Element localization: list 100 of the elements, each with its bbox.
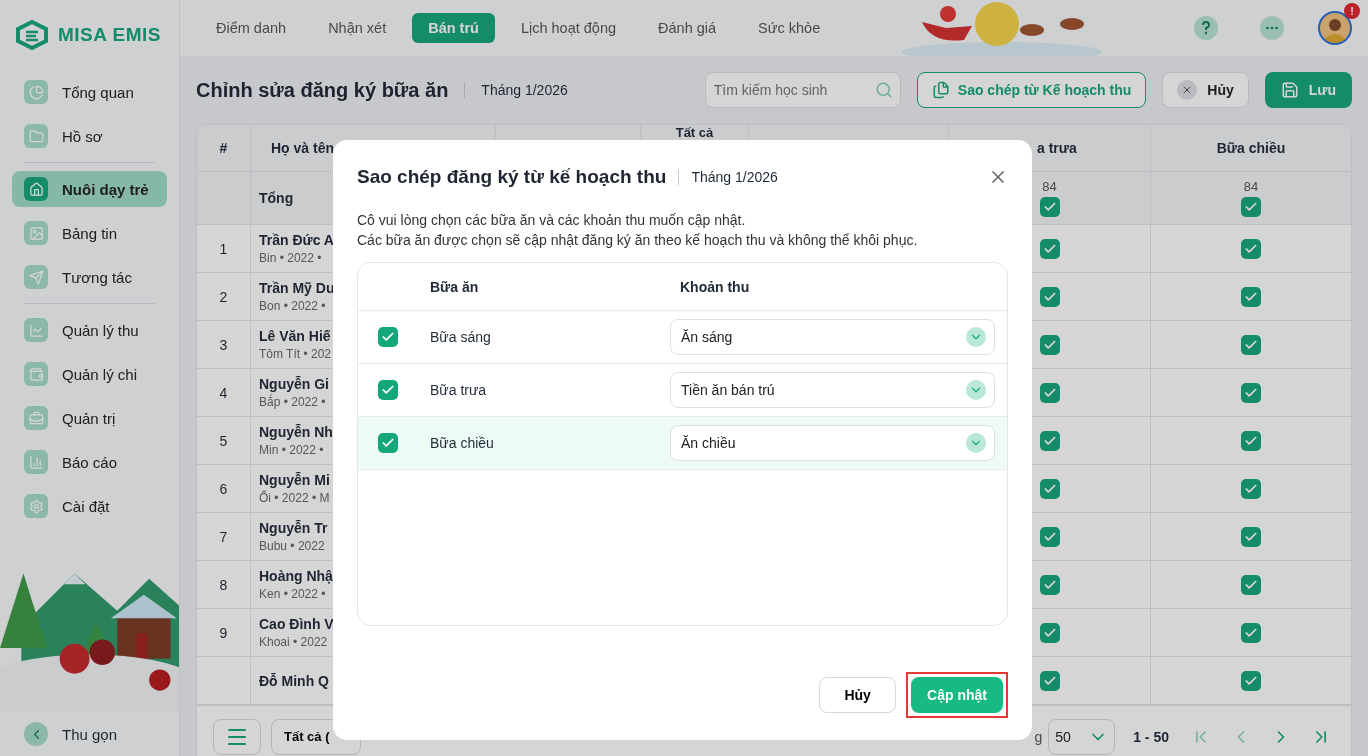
cancel-button[interactable]: Hủy <box>1162 72 1249 108</box>
row-number: 2 <box>219 288 228 305</box>
check-icon <box>381 383 395 397</box>
search-icon <box>874 81 893 99</box>
cancel-button[interactable]: Hủy <box>819 677 897 713</box>
checkbox[interactable] <box>1039 430 1060 451</box>
student-name: Đỗ Minh Q <box>259 672 329 689</box>
sidebar-item[interactable]: Tổng quan <box>12 74 167 110</box>
student-name: Hoàng Nhậ <box>259 568 333 584</box>
checkbox[interactable] <box>1039 334 1060 355</box>
checkbox[interactable] <box>1241 574 1261 595</box>
save-icon <box>1280 81 1299 99</box>
page-range: 1 - 50 <box>1133 728 1169 745</box>
sidebar-item-label: Quản lý chi <box>62 365 138 383</box>
column-header: Họ và tên <box>270 140 334 156</box>
sidebar-item[interactable]: Quản lý thu <box>12 312 167 348</box>
checkbox[interactable] <box>1241 526 1261 547</box>
fee-dropdown[interactable]: Ăn sáng <box>670 319 995 355</box>
student-name: Cao Đình V <box>259 616 334 632</box>
row-number: 9 <box>219 624 228 641</box>
totals-label: Tổng <box>259 190 294 206</box>
sidebar-item-label: Nuôi dạy trẻ <box>62 180 149 198</box>
sidebar-item[interactable]: Bảng tin <box>12 215 167 251</box>
check-icon <box>381 436 395 450</box>
nav-tab[interactable]: Sức khỏe <box>742 13 837 43</box>
search-field[interactable]: Tìm kiếm học sinh <box>704 72 901 108</box>
sidebar-item[interactable]: Hồ sơ <box>12 118 167 154</box>
column-header: a trưa <box>1037 140 1077 156</box>
checkbox[interactable] <box>1039 574 1060 595</box>
sidebar-item-label: Quản lý thu <box>62 321 139 339</box>
fee-dropdown[interactable]: Tiền ăn bán trú <box>670 372 995 408</box>
total-count: 84 <box>1243 179 1259 194</box>
checkbox[interactable] <box>1241 622 1261 643</box>
checkbox[interactable] <box>1039 197 1060 217</box>
fee-dropdown[interactable]: Ăn chiều <box>670 425 995 461</box>
checkbox[interactable] <box>1241 334 1261 355</box>
bar-chart-icon <box>24 450 48 474</box>
row-number: 3 <box>219 336 228 353</box>
chevron-down-icon <box>966 327 986 347</box>
meal-row[interactable]: Bữa chiều Ăn chiều <box>358 417 1007 470</box>
column-header: # <box>219 140 228 156</box>
paper-plane-icon <box>24 265 48 289</box>
house-icon <box>24 177 48 201</box>
sidebar-item[interactable]: Cài đặt <box>12 488 167 524</box>
dialog-description: Cô vui lòng chọn các bữa ăn và các khoản thu muốn cập nhật. Các bữa ăn được chọn sẽ cập nhật đăng ký ăn theo kế hoạch thu và không thể khôi phục. <box>357 211 919 250</box>
checkbox[interactable] <box>1241 197 1261 217</box>
checkbox[interactable] <box>1039 622 1060 643</box>
sidebar-item[interactable]: Nuôi dạy trẻ <box>12 171 167 207</box>
checkbox[interactable] <box>1039 526 1060 547</box>
checkbox[interactable] <box>1241 238 1261 259</box>
avatar[interactable] <box>1318 11 1352 45</box>
line-chart-icon <box>24 318 48 342</box>
check-icon <box>381 330 395 344</box>
sidebar-item[interactable]: Quản lý chi <box>12 356 167 392</box>
collapse-label: Thu gọn <box>62 725 118 743</box>
student-details: Bin • 2022 • <box>259 251 322 265</box>
image-icon <box>24 221 48 245</box>
checkbox[interactable] <box>378 433 398 453</box>
checkbox[interactable] <box>378 327 398 347</box>
nav-tab[interactable]: Đánh giá <box>642 13 733 43</box>
total-count: 84 <box>1042 179 1057 194</box>
sidebar-item[interactable]: Quản trị <box>12 400 167 436</box>
page-title: Chỉnh sửa đăng ký bữa ăn <box>196 78 449 102</box>
student-name: Nguyễn Nh <box>259 424 333 440</box>
more-icon[interactable] <box>1260 16 1284 40</box>
settings-icon <box>24 494 48 518</box>
checkbox[interactable] <box>378 380 398 400</box>
sidebar-item[interactable]: Tương tác <box>12 259 167 295</box>
checkbox[interactable] <box>1039 478 1060 499</box>
menu-button[interactable] <box>213 718 261 755</box>
dialog-period: Tháng 1/2026 <box>678 169 778 185</box>
nav-tab[interactable]: Điểm danh <box>200 13 303 43</box>
sidebar-item-label: Tổng quan <box>62 83 134 101</box>
help-icon[interactable] <box>1194 16 1218 40</box>
student-name: Lê Văn Hiế <box>259 328 331 344</box>
nav-tab[interactable]: Nhận xét <box>312 13 403 43</box>
student-name: Nguyễn Tr <box>259 520 328 536</box>
checkbox[interactable] <box>1039 286 1060 307</box>
nav-tab[interactable]: Lịch hoạt động <box>504 13 633 43</box>
checkbox[interactable] <box>1241 286 1261 307</box>
logo-icon <box>14 19 50 51</box>
checkbox[interactable] <box>1039 382 1060 403</box>
student-details: Min • 2022 • <box>259 443 324 457</box>
checkbox[interactable] <box>1241 382 1261 403</box>
student-details: Tôm Tít • 202 <box>259 347 331 361</box>
sidebar-item[interactable]: Báo cáo <box>12 444 167 480</box>
checkbox[interactable] <box>1241 430 1261 451</box>
page-size-select[interactable]: 50 <box>1048 718 1116 755</box>
row-number: 1 <box>219 240 228 257</box>
chevron-down-icon <box>966 380 986 400</box>
meal-name: Bữa chiều <box>430 435 494 451</box>
checkbox[interactable] <box>1241 478 1261 499</box>
sidebar-item-label: Quản trị <box>62 409 116 427</box>
dialog-title: Sao chép đăng ký từ kế hoạch thu <box>357 166 667 188</box>
checkbox[interactable] <box>1039 238 1060 259</box>
column-header: Tất cả <box>675 127 714 139</box>
checkbox[interactable] <box>1241 670 1261 691</box>
pie-chart-icon <box>24 80 48 104</box>
collapse-button[interactable]: Thu gọn <box>12 712 167 756</box>
checkbox[interactable] <box>1039 670 1060 691</box>
